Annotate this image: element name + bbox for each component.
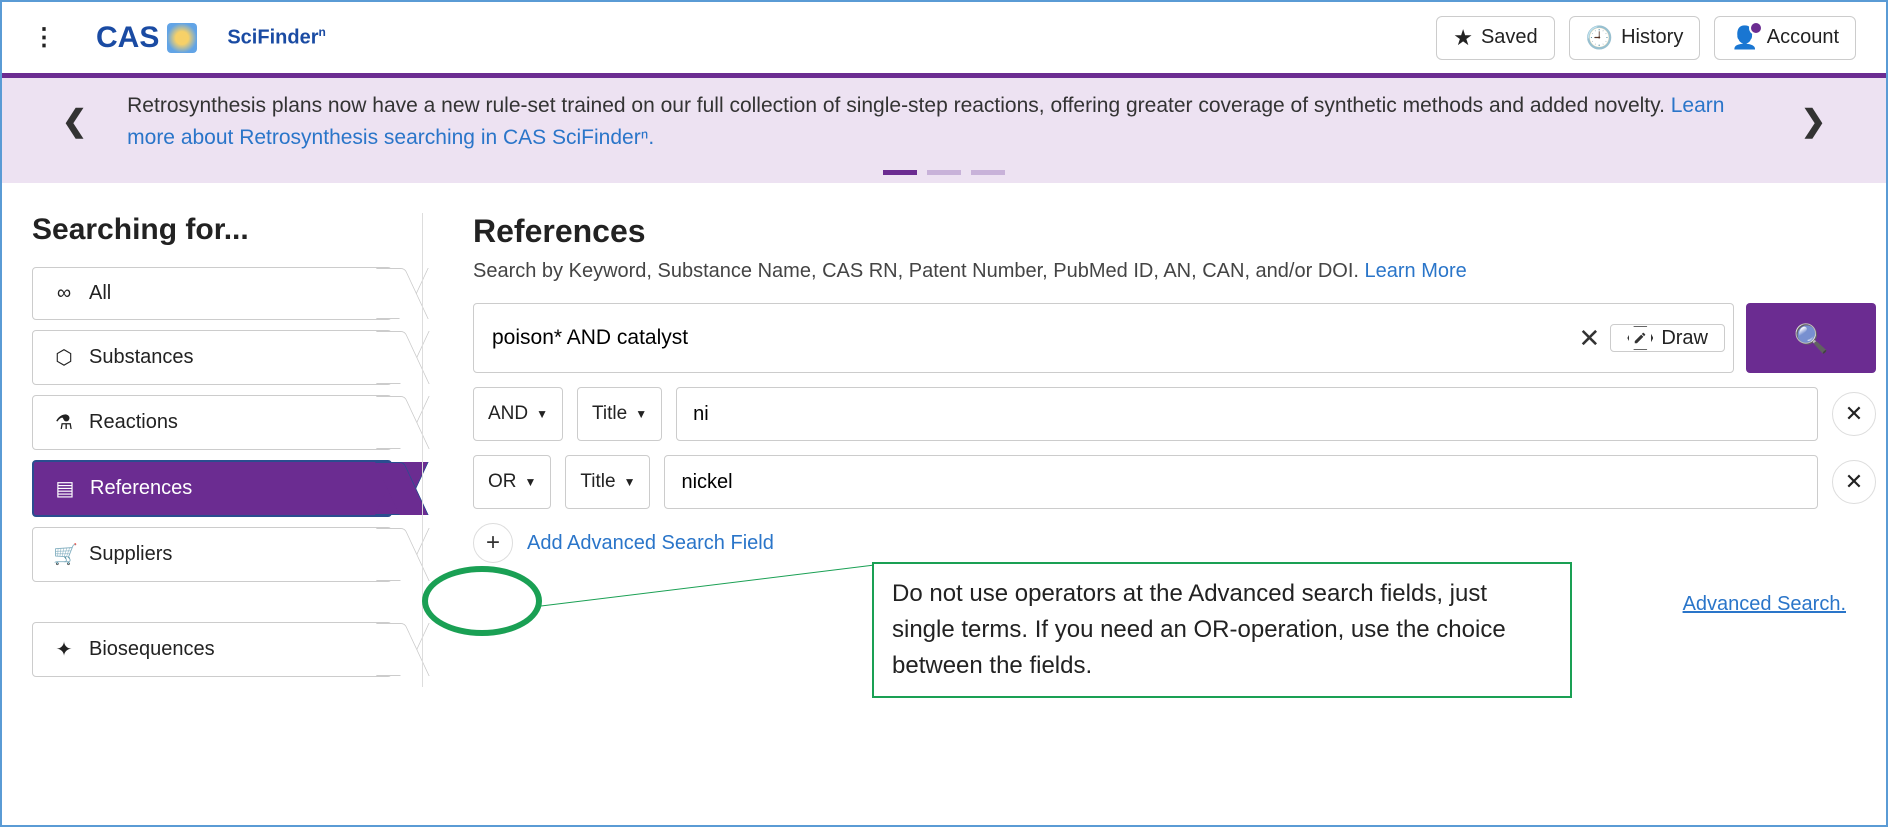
- clear-search-icon[interactable]: ✕: [1569, 323, 1611, 354]
- bio-icon: ✦: [53, 637, 75, 662]
- search-button[interactable]: 🔍: [1746, 303, 1876, 373]
- draw-button[interactable]: Draw: [1610, 324, 1725, 352]
- main-search-wrap: ✕ Draw: [473, 303, 1734, 373]
- content-title: References: [473, 213, 1876, 250]
- sidebar-item-suppliers[interactable]: 🛒 Suppliers: [32, 527, 392, 582]
- add-advanced-field[interactable]: + Add Advanced Search Field: [473, 523, 1876, 563]
- advanced-search-tip-link[interactable]: Advanced Search.: [1683, 593, 1846, 616]
- operator-select-2[interactable]: OR ▼: [473, 455, 551, 509]
- banner-next-icon[interactable]: ❯: [1791, 104, 1836, 139]
- history-button[interactable]: 🕘 History: [1569, 16, 1701, 60]
- advanced-input-1[interactable]: [676, 387, 1818, 441]
- flask-icon: ⚗: [53, 410, 75, 435]
- search-type-sidebar: Searching for... ∞ All ⬡ Substances ⚗ Re…: [32, 213, 392, 687]
- banner-dot-3[interactable]: [971, 170, 1005, 175]
- sidebar-title: Searching for...: [32, 213, 392, 247]
- clock-icon: 🕘: [1586, 25, 1613, 51]
- banner-dot-2[interactable]: [927, 170, 961, 175]
- pencil-hex-icon: [1627, 325, 1653, 351]
- field-select-2[interactable]: Title ▼: [565, 455, 650, 509]
- plus-icon: +: [473, 523, 513, 563]
- advanced-row-2: OR ▼ Title ▼ ✕: [473, 455, 1876, 509]
- book-icon: ▤: [54, 476, 76, 501]
- sidebar-item-reactions[interactable]: ⚗ Reactions: [32, 395, 392, 450]
- remove-row-1-button[interactable]: ✕: [1832, 392, 1876, 436]
- all-icon: ∞: [53, 282, 75, 305]
- notification-dot-icon: [1749, 21, 1763, 35]
- advanced-input-2[interactable]: [664, 455, 1818, 509]
- magnifier-icon: 🔍: [1794, 322, 1829, 355]
- caret-down-icon: ▼: [635, 407, 647, 421]
- announcement-banner: ❮ Retrosynthesis plans now have a new ru…: [2, 78, 1886, 183]
- caret-down-icon: ▼: [624, 475, 636, 489]
- sidebar-item-biosequences[interactable]: ✦ Biosequences: [32, 622, 392, 677]
- star-icon: ★: [1453, 25, 1473, 51]
- cas-hex-icon: [167, 23, 197, 53]
- sidebar-item-references[interactable]: ▤ References: [32, 460, 392, 517]
- cas-logo[interactable]: CAS: [96, 21, 197, 55]
- scifinder-logo[interactable]: SciFindern: [227, 25, 325, 50]
- operator-select-1[interactable]: AND ▼: [473, 387, 563, 441]
- hex-icon: ⬡: [53, 345, 75, 370]
- banner-text: Retrosynthesis plans now have a new rule…: [97, 90, 1791, 153]
- sidebar-item-all[interactable]: ∞ All: [32, 267, 392, 320]
- field-select-1[interactable]: Title ▼: [577, 387, 662, 441]
- advanced-row-1: AND ▼ Title ▼ ✕: [473, 387, 1876, 441]
- remove-row-2-button[interactable]: ✕: [1832, 460, 1876, 504]
- main-search-input[interactable]: [492, 326, 1569, 350]
- banner-dot-1[interactable]: [883, 170, 917, 175]
- banner-prev-icon[interactable]: ❮: [52, 104, 97, 139]
- saved-button[interactable]: ★ Saved: [1436, 16, 1554, 60]
- banner-pagination: [883, 170, 1005, 175]
- learn-more-link[interactable]: Learn More: [1365, 260, 1467, 282]
- cart-icon: 🛒: [53, 542, 75, 567]
- header-bar: ⋮ CAS SciFindern ★ Saved 🕘 History 👤 Acc…: [2, 2, 1886, 78]
- menu-icon[interactable]: ⋮: [32, 23, 56, 52]
- annotation-text-box: Do not use operators at the Advanced sea…: [872, 562, 1572, 698]
- sidebar-item-substances[interactable]: ⬡ Substances: [32, 330, 392, 385]
- cas-logo-text: CAS: [96, 21, 159, 55]
- account-button[interactable]: 👤 Account: [1714, 16, 1856, 60]
- caret-down-icon: ▼: [536, 407, 548, 421]
- caret-down-icon: ▼: [525, 475, 537, 489]
- content-subtitle: Search by Keyword, Substance Name, CAS R…: [473, 260, 1876, 283]
